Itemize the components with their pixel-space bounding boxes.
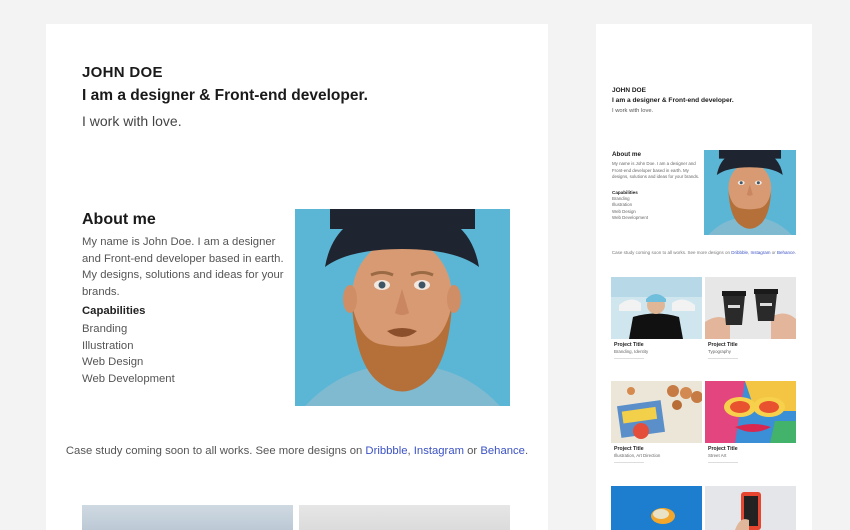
about-text: My name is John Doe. I am a designer and…: [82, 236, 284, 298]
project-image: [611, 277, 702, 339]
project-image: [611, 381, 702, 443]
tagline: I am a designer & Front-end developer.: [82, 87, 368, 104]
mobile-preview-card: JOHN DOE I am a designer & Front-end dev…: [596, 24, 812, 530]
behance-link[interactable]: Behance: [777, 250, 795, 255]
about-heading: About me: [82, 211, 156, 228]
behance-link[interactable]: Behance: [480, 445, 525, 457]
divider: [708, 358, 738, 359]
divider: [614, 358, 644, 359]
project-title: Project Title: [708, 446, 738, 452]
project-category: Branding, Identity: [614, 349, 649, 354]
portrait-photo: [295, 209, 510, 406]
desktop-preview-card: JOHN DOE I am a designer & Front-end dev…: [46, 24, 548, 530]
capabilities-list: Branding Illustration Web Design Web Dev…: [82, 321, 175, 387]
case-study-text: Case study coming soon to all works. See…: [65, 445, 366, 457]
instagram-link[interactable]: Instagram: [751, 250, 771, 255]
subtitle: I work with love.: [82, 113, 182, 129]
capabilities-heading: Capabilities: [612, 190, 638, 195]
divider: [708, 462, 738, 463]
divider: [614, 462, 644, 463]
project-image: [705, 381, 796, 443]
capabilities-heading: Capabilities: [82, 305, 146, 317]
separator: or: [464, 445, 481, 457]
case-study-note: Case study coming soon to all works. See…: [46, 445, 548, 457]
capability-item: Web Development: [82, 372, 175, 385]
project-image[interactable]: [705, 486, 796, 530]
project-category: Street Art: [708, 453, 727, 458]
project-title: Project Title: [614, 342, 644, 348]
case-study-note: Case study coming soon to all works. See…: [596, 250, 812, 255]
project-thumbnail[interactable]: [299, 505, 510, 530]
site-name: JOHN DOE: [82, 64, 163, 81]
capability-item: Illustration: [82, 339, 134, 352]
tagline: I am a designer & Front-end developer.: [612, 97, 734, 104]
subtitle: I work with love.: [612, 108, 654, 114]
project-image[interactable]: [611, 486, 702, 530]
capability-item: Web Development: [612, 214, 649, 220]
dribbble-link[interactable]: Dribbble: [365, 445, 407, 457]
project-title: Project Title: [708, 342, 738, 348]
about-heading: About me: [612, 151, 642, 158]
capabilities-list: Branding Illustration Web Design Web Dev…: [612, 196, 648, 221]
project-category: Illustration, Art Direction: [614, 453, 661, 458]
site-name: JOHN DOE: [612, 87, 646, 94]
project-category: Typography: [708, 349, 731, 354]
separator: .: [524, 445, 529, 457]
separator: .: [794, 250, 797, 255]
portrait-photo: [704, 150, 796, 235]
about-text: My name is John Doe. I am a designer and…: [612, 161, 700, 179]
capability-item: Web Design: [82, 356, 144, 368]
instagram-link[interactable]: Instagram: [414, 445, 464, 457]
project-thumbnail[interactable]: [82, 505, 293, 530]
case-study-text: Case study coming soon to all works. See…: [611, 250, 732, 255]
project-card[interactable]: Project Title Typography: [705, 277, 796, 359]
project-image: [705, 277, 796, 339]
capability-item: Branding: [82, 323, 128, 335]
project-title: Project Title: [614, 446, 644, 452]
dribbble-link[interactable]: Dribbble: [731, 250, 748, 255]
project-card[interactable]: Project Title Branding, Identity: [611, 277, 702, 359]
project-card[interactable]: Project Title Illustration, Art Directio…: [611, 381, 702, 463]
project-card[interactable]: Project Title Street Art: [705, 381, 796, 463]
